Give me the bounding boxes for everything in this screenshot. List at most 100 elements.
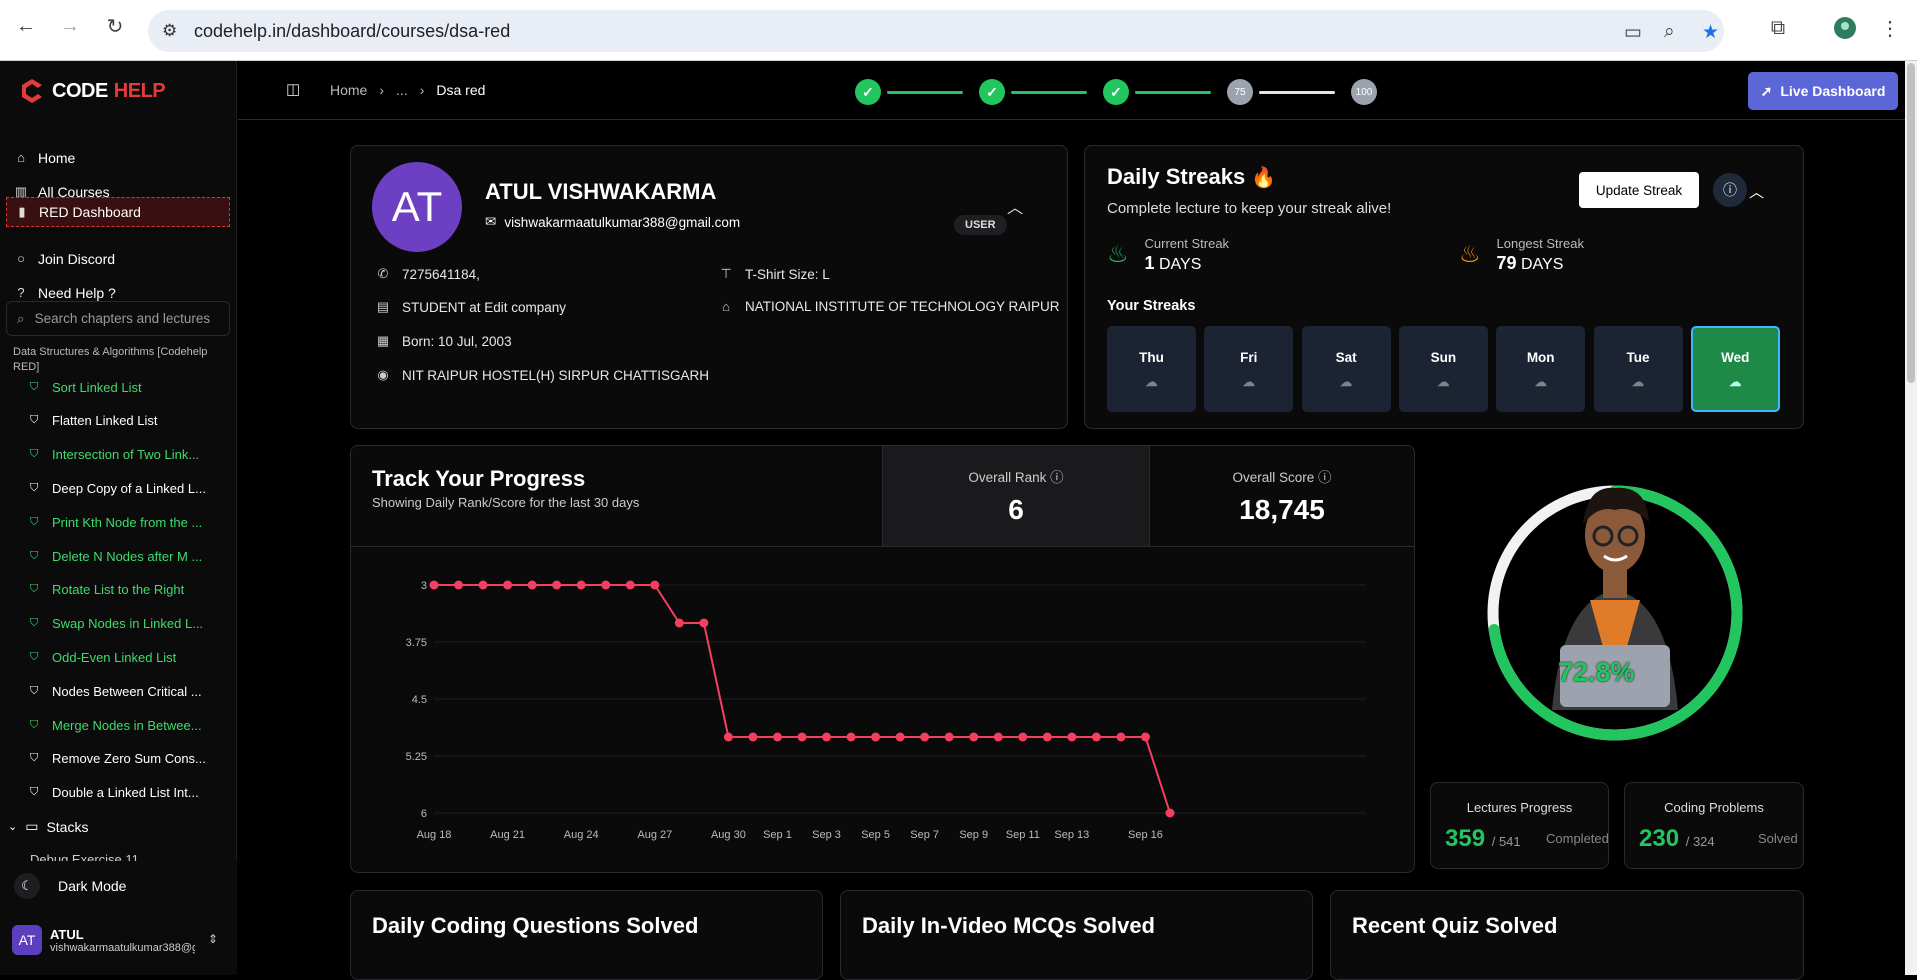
chapter-search-input[interactable]: ⌕ Search chapters and lectures (6, 301, 230, 336)
shield-icon: ⛉ (30, 786, 39, 799)
dark-mode-toggle[interactable]: ☾ Dark Mode (14, 873, 126, 899)
data-point (699, 618, 709, 628)
info-icon[interactable]: ⓘ (1318, 470, 1332, 485)
address-bar[interactable]: ⚙ codehelp.in/dashboard/courses/dsa-red … (148, 10, 1724, 52)
chapter-label: Swap Nodes in Linked L... (52, 616, 204, 632)
live-dashboard-button[interactable]: ➚ Live Dashboard (1748, 72, 1898, 110)
breadcrumb-home[interactable]: Home (330, 82, 367, 98)
install-app-icon[interactable]: ▭ (1624, 21, 1642, 44)
breadcrumb-current: Dsa red (436, 82, 486, 98)
chapter-label: Rotate List to the Right (52, 582, 185, 598)
streak-day-label: Sun (1430, 349, 1457, 365)
chapter-item[interactable]: ⛉ Merge Nodes in Betwee... (30, 715, 230, 735)
home-icon: ⌂ (17, 150, 25, 165)
shield-icon: ⛉ (30, 650, 39, 663)
shield-icon: ⛉ (30, 414, 39, 427)
search-icon: ⌕ (17, 310, 25, 326)
scrollbar-thumb[interactable] (1907, 63, 1915, 383)
data-point (895, 732, 905, 742)
longest-streak: ♨ Longest Streak 79 DAYS (1459, 236, 1584, 274)
user-menu[interactable]: AT ATUL vishwakarmaatulkumar388@gmail.co… (12, 925, 218, 955)
phone-icon: ✆ (377, 266, 389, 281)
sidebar-toggle-icon[interactable]: ◫ (286, 80, 300, 98)
chapter-item[interactable]: ⛉ Double a Linked List Int... (30, 783, 230, 803)
zoom-icon[interactable]: ⌕ (1664, 21, 1675, 43)
chapter-item[interactable]: ⛉ Rotate List to the Right (30, 580, 230, 600)
reload-icon[interactable]: ↻ (103, 14, 127, 38)
chapter-item[interactable]: ⛉ Remove Zero Sum Cons... (30, 749, 230, 769)
data-point (1091, 732, 1101, 742)
chapter-item[interactable]: ⛉ Sort Linked List (30, 377, 230, 397)
chevron-down-icon: ⌄ (8, 821, 18, 833)
milestone-check-icon: ✓ (1103, 79, 1129, 105)
data-point (1067, 732, 1077, 742)
data-point (576, 580, 586, 590)
data-point (650, 580, 660, 590)
chapter-item[interactable]: ⛉ Print Kth Node from the ... (30, 512, 230, 532)
info-icon[interactable]: ⓘ (1713, 173, 1747, 207)
data-point (871, 732, 881, 742)
chapter-item[interactable]: ⛉ Swap Nodes in Linked L... (30, 614, 230, 634)
browser-menu-icon[interactable]: ⋮ (1878, 16, 1902, 40)
lectures-label: Lectures Progress (1466, 800, 1573, 815)
breadcrumb-ellipsis[interactable]: ... (396, 82, 408, 98)
chat-icon: ○ (17, 251, 25, 266)
nav-label: Need Help ? (38, 284, 116, 301)
chapter-item[interactable]: ⛉ Nodes Between Critical ... (30, 681, 230, 701)
chapter-item[interactable]: ⛉ Odd-Even Linked List (30, 647, 230, 667)
chapter-label: Flatten Linked List (52, 413, 158, 429)
shield-icon: ⛉ (30, 380, 39, 393)
streak-day-label: Mon (1526, 349, 1555, 365)
update-streak-button[interactable]: Update Streak (1579, 172, 1699, 208)
codehelp-logo[interactable]: CODE HELP (18, 77, 166, 105)
chapter-item[interactable]: ⛉ Delete N Nodes after M ... (30, 546, 230, 566)
coding-label: Coding Problems (1664, 800, 1764, 815)
progress-percent: 72.8% (1558, 657, 1635, 687)
breadcrumb: Home › ... › Dsa red (330, 82, 485, 98)
nav-red-dashboard[interactable]: ▮ RED Dashboard (6, 197, 230, 227)
profile-avatar-icon[interactable] (1833, 16, 1857, 40)
overall-score-label: Overall Score ⓘ (1232, 466, 1331, 486)
data-point (920, 732, 930, 742)
mail-icon: ✉ (485, 214, 497, 229)
data-point (748, 732, 758, 742)
daily-coding-title: Daily Coding Questions Solved (372, 913, 699, 938)
x-tick-label: Sep 1 (763, 829, 792, 841)
nav-home[interactable]: ⌂ Home (6, 142, 230, 173)
folder-label: Stacks (46, 818, 89, 835)
location-pin-icon: ◉ (377, 367, 389, 382)
tshirt-icon: ⊤ (720, 266, 732, 281)
streak-day: Wed ☁ (1690, 326, 1780, 412)
forward-icon[interactable]: → (58, 14, 82, 38)
chapter-label: Odd-Even Linked List (52, 649, 177, 665)
chapter-item[interactable]: ⛉ Intersection of Two Link... (30, 445, 230, 465)
chevron-up-icon[interactable]: ︿ (1749, 181, 1764, 202)
page-scrollbar[interactable] (1905, 61, 1917, 975)
chevron-up-icon[interactable]: ︿ (1007, 194, 1023, 218)
chapter-item[interactable]: ⛉ Flatten Linked List (30, 411, 230, 431)
x-tick-label: Aug 24 (564, 829, 599, 841)
data-point (625, 580, 635, 590)
track-progress-card: Track Your Progress Showing Daily Rank/S… (350, 445, 1415, 873)
bookmark-star-icon[interactable]: ★ (1702, 21, 1719, 44)
chapter-item[interactable]: ⛉ Deep Copy of a Linked L... (30, 478, 230, 498)
data-point (1042, 732, 1052, 742)
streak-day-label: Thu (1139, 349, 1164, 365)
overall-rank-label: Overall Rank ⓘ (968, 466, 1063, 486)
phone-text: 7275641184, (402, 266, 480, 282)
streak-day: Tue ☁ (1593, 326, 1683, 412)
milestone-line (1011, 91, 1087, 94)
back-icon[interactable]: ← (14, 14, 38, 38)
shield-icon: ⛉ (30, 549, 39, 562)
url-text[interactable]: codehelp.in/dashboard/courses/dsa-red (194, 21, 510, 42)
cloud-icon: ☁ (1242, 374, 1255, 389)
browser-toolbar: ← → ↻ ⚙ codehelp.in/dashboard/courses/ds… (0, 0, 1917, 61)
nav-join-discord[interactable]: ○ Join Discord (6, 243, 230, 274)
folder-stacks[interactable]: ⌄ ▭ Stacks (8, 818, 88, 835)
profile-name: ATUL VISHWAKARMA (485, 179, 717, 204)
extensions-icon[interactable]: ⧉ (1766, 16, 1790, 40)
site-settings-icon[interactable]: ⚙ (162, 21, 177, 41)
streak-day-label: Tue (1626, 349, 1650, 365)
data-point (772, 732, 782, 742)
info-icon[interactable]: ⓘ (1050, 470, 1064, 485)
